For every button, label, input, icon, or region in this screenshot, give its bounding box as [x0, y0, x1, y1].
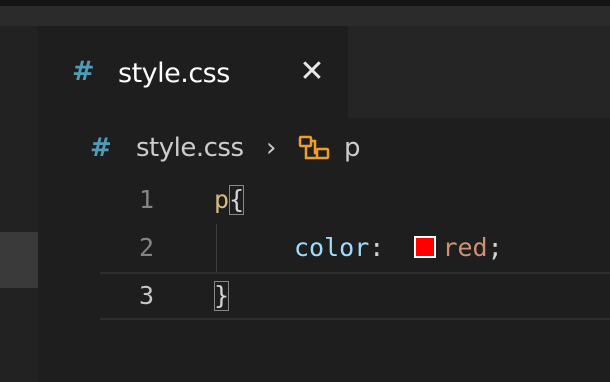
color-swatch[interactable] [414, 236, 437, 258]
line-number: 1 [138, 185, 154, 214]
css-selector-icon [298, 135, 330, 160]
tab-label[interactable]: style.css [118, 54, 230, 94]
close-icon[interactable]: ✕ [292, 52, 332, 92]
close-brace: } [214, 281, 230, 311]
code-line-3[interactable]: } [214, 272, 230, 320]
colon: : [369, 233, 385, 262]
breadcrumb-symbol[interactable]: p [344, 130, 361, 166]
activity-bar [0, 26, 38, 382]
css-file-icon: # [72, 56, 95, 87]
semicolon: ; [487, 233, 503, 262]
breadcrumb-file[interactable]: style.css [136, 130, 244, 166]
current-line-highlight [100, 272, 610, 320]
line-number: 2 [138, 233, 154, 262]
css-selector: p [214, 185, 230, 214]
activity-bar-marker[interactable] [0, 232, 38, 288]
code-line-2[interactable]: color: red; [294, 224, 503, 272]
breadcrumb-separator-icon: › [266, 133, 277, 163]
editor-window: # style.css ✕ # style.css › p 1 p{ 2 col… [0, 0, 610, 382]
open-brace: { [229, 185, 245, 215]
top-strip [0, 0, 610, 6]
indent-guide [216, 224, 217, 272]
css-property: color [294, 233, 370, 262]
css-value: red [442, 233, 488, 262]
line-number-active: 3 [138, 281, 154, 310]
breadcrumb-css-file-icon: # [90, 133, 112, 163]
code-line-1[interactable]: p{ [214, 176, 245, 224]
